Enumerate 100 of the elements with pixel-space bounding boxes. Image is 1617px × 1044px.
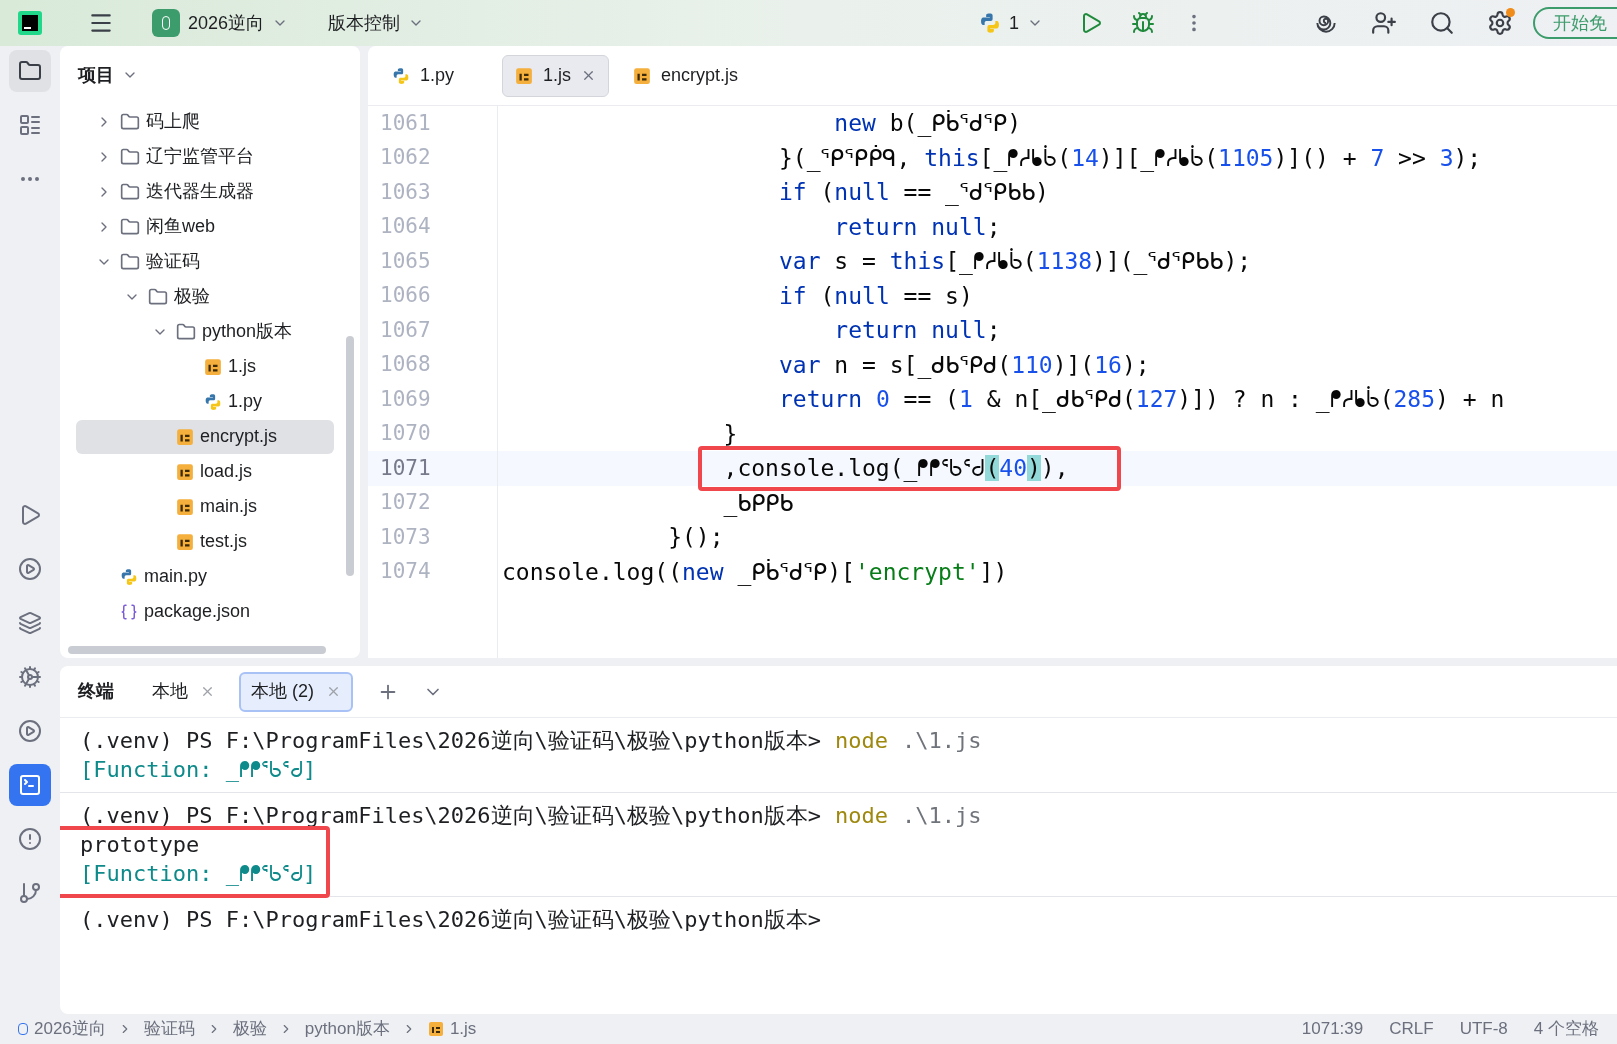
tree-item[interactable]: 极验 (76, 279, 334, 314)
status-item[interactable]: CRLF (1389, 1016, 1434, 1042)
code-line: if (null == s) (777, 282, 973, 309)
terminal-prompt: (.venv) PS F:\ProgramFiles\2026逆向\验证码\极验\python版本> (80, 907, 822, 932)
editor-tab[interactable]: encrypt.js (621, 54, 775, 97)
js-file-icon (204, 357, 222, 376)
tree-item[interactable]: 迭代器生成器 (76, 174, 334, 209)
tree-item[interactable]: 验证码 (76, 244, 334, 279)
breadcrumb[interactable]: 极验 (232, 1016, 267, 1042)
tree-item[interactable]: main.js (76, 489, 334, 524)
breadcrumb[interactable]: python版本 (304, 1016, 390, 1042)
python-icon (204, 392, 222, 411)
line-number: 1072 (380, 489, 431, 516)
tree-item[interactable]: test.js (76, 524, 334, 559)
terminal-output: prototype (80, 831, 201, 859)
js-file-icon (176, 427, 194, 446)
terminal-tab[interactable]: 本地 (142, 671, 225, 712)
tree-item[interactable]: 闲鱼web (76, 209, 334, 244)
breadcrumb[interactable]: 1.js (427, 1016, 477, 1042)
code-line: }(_ᕿᕿᑮᑫ, this[_ᖰᓱᖲᑳ(14)][_ᖰᓱᖲᑳ(1105)]() + 7 >> 3); (777, 144, 1482, 171)
folder-icon (120, 181, 140, 202)
terminal-output: [Function: _ᖰᖰᕐᑲᕐᑯ] (80, 756, 317, 784)
js-file-icon (176, 497, 194, 516)
tree-item[interactable]: encrypt.js (76, 419, 334, 454)
terminal-command: node (835, 803, 889, 828)
code-line: var n = s[_ᑯᑲᕿᑯ(110)](16); (777, 351, 1150, 378)
line-number: 1071 (380, 454, 431, 482)
line-number: 1074 (380, 558, 431, 585)
project-selector[interactable]: 2026逆向 (152, 9, 289, 37)
line-number: 1069 (380, 385, 431, 413)
scrollbar[interactable] (68, 646, 326, 654)
js-file-icon (633, 66, 652, 85)
python-icon (979, 12, 1001, 34)
code-line: return 0 == (1 & n[_ᑯᑲᕿᑯ(127)]) ? n : _ᖰᓱᖲᑳ(285) + n (777, 386, 1505, 412)
run-config-selector[interactable]: 1 (979, 9, 1043, 37)
js-file-icon (515, 66, 534, 85)
line-number: 1061 (380, 109, 431, 137)
terminal-tool-icon[interactable] (9, 764, 51, 806)
code-line: if (null == _ᕐᑯᕿᑲᑲ) (777, 179, 1049, 205)
code-line: return null; (833, 213, 1001, 240)
js-file-icon (427, 1021, 444, 1037)
tree-item[interactable]: 1.py (76, 384, 334, 419)
terminal-output: [Function: _ᖰᖰᕐᑲᕐᑯ] (80, 860, 317, 888)
settings-icon[interactable] (1487, 10, 1513, 36)
line-number: 1063 (380, 178, 431, 206)
folder-icon (176, 321, 196, 342)
python-icon (120, 567, 138, 586)
code-line: _ᑲᑭᑭᑲ (722, 489, 794, 516)
terminal-tab[interactable]: 本地 (2) (239, 671, 353, 712)
tree-item[interactable]: main.py (76, 559, 334, 594)
status-item[interactable]: 4 个空格 (1533, 1016, 1599, 1042)
line-number: 1073 (380, 523, 431, 551)
terminal-prompt: (.venv) PS F:\ProgramFiles\2026逆向\验证码\极验\python版本> (80, 728, 822, 753)
project-icon (152, 9, 180, 37)
editor-tab[interactable]: 1.py (380, 54, 491, 97)
code-line: return null; (833, 317, 1001, 343)
tree-item[interactable]: package.json (76, 594, 334, 629)
add-user-icon[interactable] (1371, 10, 1397, 36)
folder-icon (120, 146, 140, 167)
editor-tab[interactable]: 1.js (502, 54, 610, 97)
code-line: ,console.log(_ᖰᖰᕐᑲᕐᑯ(40)), (722, 455, 1069, 481)
terminal-args: .\1.js (902, 728, 982, 753)
status-item[interactable]: 1071:39 (1301, 1016, 1364, 1042)
python-icon (392, 66, 410, 85)
tree-item[interactable]: 1.js (76, 349, 334, 384)
folder-icon (120, 216, 140, 237)
folder-icon (120, 111, 140, 132)
terminal-args: .\1.js (902, 803, 982, 828)
close-icon[interactable] (326, 684, 341, 699)
tree-item[interactable]: load.js (76, 454, 334, 489)
js-file-icon (176, 532, 194, 551)
code-line: }(); (667, 524, 724, 550)
line-number: 1070 (380, 420, 431, 447)
search-icon[interactable] (1429, 10, 1455, 36)
close-icon[interactable] (200, 684, 215, 699)
line-number: 1062 (380, 144, 431, 171)
line-number: 1065 (380, 247, 431, 275)
code-line: console.log((new _ᑭᑳᕐᑯᕿ)['encrypt']) (502, 558, 1008, 585)
tree-item[interactable]: 辽宁监管平台 (76, 139, 334, 174)
code-line: var s = this[_ᖰᓱᖲᑳ(1138)](_ᕐᑯᕿᑲᑲ); (777, 248, 1252, 274)
app-logo-icon[interactable] (18, 11, 42, 35)
folder-icon (148, 286, 168, 307)
vcs-menu[interactable]: 版本控制 (328, 9, 425, 37)
bug-icon[interactable] (1131, 11, 1155, 35)
line-number: 1067 (380, 316, 431, 344)
tree-item[interactable]: python版本 (76, 314, 334, 349)
folder-icon (120, 251, 140, 272)
tree-item[interactable]: 码上爬 (76, 104, 334, 139)
breadcrumb[interactable]: 验证码 (143, 1016, 195, 1042)
terminal-prompt: (.venv) PS F:\ProgramFiles\2026逆向\验证码\极验\python版本> (80, 803, 822, 828)
breadcrumb[interactable]: 2026逆向 (18, 1016, 106, 1042)
line-number: 1066 (380, 282, 431, 309)
line-number: 1064 (380, 213, 431, 240)
scrollbar[interactable] (346, 336, 354, 576)
terminal-title: 终端 (78, 680, 114, 703)
project-tool-icon[interactable] (9, 50, 51, 92)
js-file-icon (176, 462, 194, 481)
project-view-selector[interactable]: 项目 (78, 61, 138, 89)
line-number: 1068 (380, 351, 431, 378)
status-item[interactable]: UTF-8 (1459, 1016, 1508, 1042)
